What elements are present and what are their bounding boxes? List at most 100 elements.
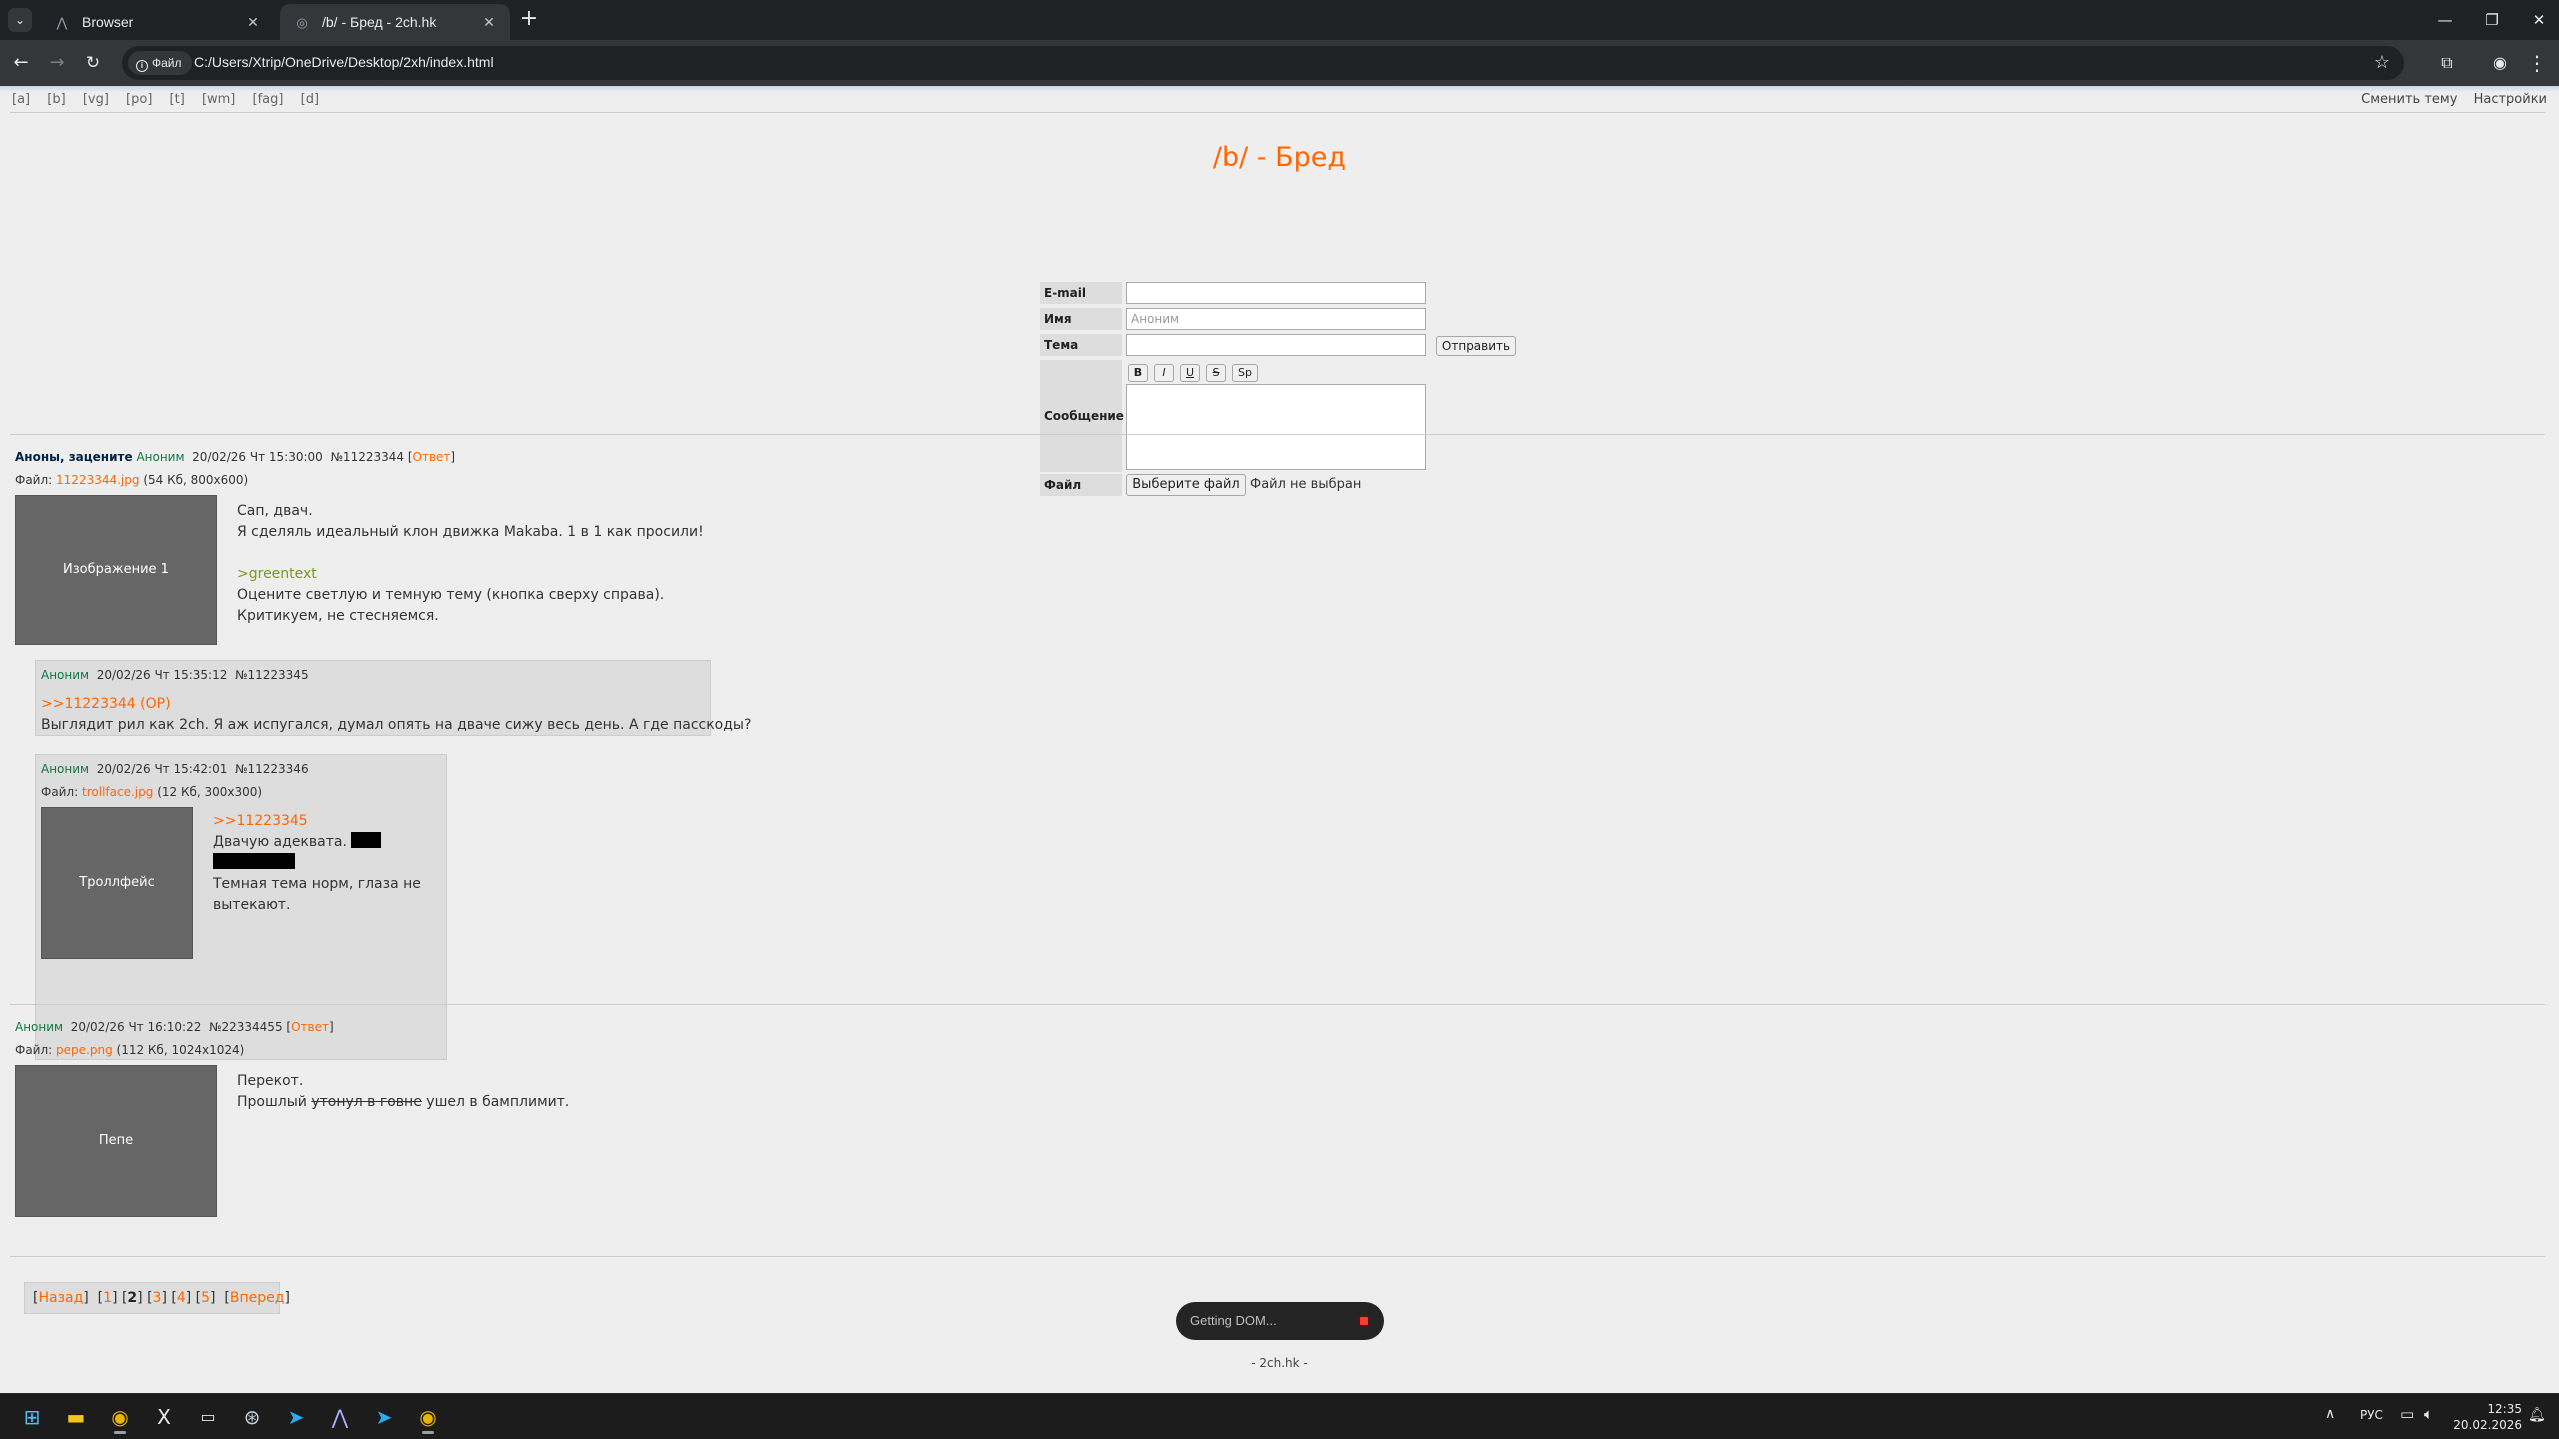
toggle-theme-link[interactable]: Сменить тему: [2361, 92, 2457, 107]
name-field[interactable]: Аноним: [1126, 308, 1426, 330]
pager-page-5[interactable]: 5: [201, 1290, 210, 1306]
stop-icon[interactable]: [1356, 1313, 1372, 1329]
close-tab-icon[interactable]: ✕: [480, 13, 498, 31]
board-link-po[interactable]: [po]: [126, 92, 152, 107]
board-link-t[interactable]: [t]: [170, 92, 185, 107]
board-link-a[interactable]: [a]: [12, 92, 30, 107]
back-arrow-icon[interactable]: ←: [8, 50, 34, 76]
message-textarea[interactable]: [1126, 384, 1426, 470]
post-line: Перекот.: [237, 1073, 304, 1089]
file-link[interactable]: 11223344.jpg: [56, 473, 139, 487]
file-status: Файл не выбран: [1250, 477, 1362, 492]
subject-field[interactable]: [1126, 334, 1426, 356]
post-line: Сап, двач.: [237, 503, 313, 519]
forward-arrow-icon[interactable]: →: [44, 50, 70, 76]
board-link-d[interactable]: [d]: [301, 92, 319, 107]
post-text: Прошлый: [237, 1094, 307, 1110]
chevron-up-icon[interactable]: ∧: [2325, 1406, 2335, 1422]
settings-link[interactable]: Настройки: [2474, 92, 2547, 107]
reply-link[interactable]: Ответ: [291, 1020, 329, 1034]
post-date: 20/02/26 Чт 15:42:01: [96, 762, 228, 776]
file-explorer-icon[interactable]: ▬: [59, 1400, 93, 1434]
clock[interactable]: 12:35 20.02.2026: [2452, 1401, 2522, 1433]
board-link-b[interactable]: [b]: [47, 92, 65, 107]
telegram-icon[interactable]: ➤: [279, 1400, 313, 1434]
kebab-menu-icon[interactable]: ⋮: [2524, 50, 2550, 76]
post-number[interactable]: №11223344: [330, 450, 404, 464]
reload-icon[interactable]: ↻: [80, 50, 106, 76]
bookmark-star-icon[interactable]: ☆: [2370, 51, 2394, 75]
file-prefix: Файл:: [15, 473, 53, 487]
underline-button[interactable]: U: [1180, 364, 1200, 382]
file-meta: (12 Кб, 300x300): [157, 785, 263, 799]
network-icon[interactable]: ▭: [2400, 1405, 2414, 1423]
reply-header: Аноним 20/02/26 Чт 15:35:12 №11223345: [41, 668, 309, 682]
x-icon[interactable]: X: [147, 1400, 181, 1434]
choose-file-button[interactable]: Выберите файл: [1126, 474, 1246, 496]
minimize-icon[interactable]: —: [2430, 6, 2460, 34]
greentext-line: >greentext: [237, 566, 317, 582]
chrome-icon[interactable]: ◉: [411, 1400, 445, 1434]
post-number[interactable]: №22334455: [209, 1020, 283, 1034]
browser-toolbar: ← → ↻ i Файл C:/Users/Xtrip/OneDrive/Desk…: [0, 40, 2559, 86]
close-window-icon[interactable]: ✕: [2524, 6, 2554, 34]
chrome-icon[interactable]: ◉: [103, 1400, 137, 1434]
file-info: Файл: pepe.png (112 Кб, 1024x1024): [15, 1043, 244, 1057]
reply-header: Аноним 20/02/26 Чт 15:42:01 №11223346: [41, 762, 309, 776]
board-title: /b/ - Бред: [1212, 142, 1347, 173]
board-link-fag[interactable]: [fag]: [253, 92, 284, 107]
pager-page-3[interactable]: 3: [153, 1290, 162, 1306]
ai-browser-icon[interactable]: ⋀: [323, 1400, 357, 1434]
pager-page-4[interactable]: 4: [177, 1290, 186, 1306]
reply-ref-link[interactable]: >>11223345: [213, 811, 421, 832]
post-image-thumbnail[interactable]: Пепе: [15, 1065, 217, 1217]
restore-icon[interactable]: ❐: [2477, 6, 2507, 34]
file-link[interactable]: pepe.png: [56, 1043, 113, 1057]
divider: [10, 434, 2545, 435]
post-line: вытекают.: [213, 897, 291, 913]
spoiler[interactable]: [351, 832, 382, 848]
terminal-icon[interactable]: ▭: [191, 1400, 225, 1434]
op-post-header: Аноним 20/02/26 Чт 16:10:22 №22334455 [О…: [15, 1020, 334, 1034]
reply-link[interactable]: Ответ: [413, 450, 451, 464]
profile-icon[interactable]: ◉: [2487, 50, 2513, 76]
steam-icon[interactable]: ⊛: [235, 1400, 269, 1434]
pager-next[interactable]: Вперед: [230, 1290, 285, 1306]
strike-button[interactable]: S: [1206, 364, 1226, 382]
new-tab-button[interactable]: +: [517, 8, 541, 32]
taskbar: ⊞ ▬ ◉ X ▭ ⊛ ➤ ⋀ ➤ ◉ ∧ РУС ▭ 🔈︎ 12:35 20.…: [0, 1393, 2559, 1439]
file-link[interactable]: trollface.jpg: [82, 785, 153, 799]
email-field[interactable]: [1126, 282, 1426, 304]
site-info-chip[interactable]: i Файл: [128, 51, 192, 75]
close-tab-icon[interactable]: ✕: [244, 13, 262, 31]
url-text[interactable]: C:/Users/Xtrip/OneDrive/Desktop/2xh/inde…: [194, 54, 494, 70]
volume-icon[interactable]: 🔈︎: [2424, 1405, 2433, 1423]
board-link-vg[interactable]: [vg]: [83, 92, 109, 107]
tab-2ch[interactable]: ◎ /b/ - Бред - 2ch.hk ✕: [280, 4, 510, 40]
post-image-thumbnail[interactable]: Изображение 1: [15, 495, 217, 645]
windows-start-icon[interactable]: ⊞: [15, 1400, 49, 1434]
tab-browser[interactable]: ⋀ Browser ✕: [40, 4, 274, 40]
submit-button[interactable]: Отправить: [1436, 336, 1516, 356]
reply-ref-link[interactable]: >>11223344 (OP): [41, 694, 751, 715]
language-indicator[interactable]: РУС: [2360, 1408, 2383, 1422]
reply-bracket-close: ]: [328, 1020, 334, 1034]
post-number[interactable]: №11223346: [235, 762, 309, 776]
pager-page-1[interactable]: 1: [103, 1290, 112, 1306]
notification-bell-icon[interactable]: 🔔︎: [2528, 1407, 2546, 1423]
board-link-wm[interactable]: [wm]: [202, 92, 235, 107]
spoiler-button[interactable]: Sp: [1232, 364, 1258, 382]
post-number[interactable]: №11223345: [235, 668, 309, 682]
status-pill: Getting DOM...: [1176, 1302, 1384, 1340]
address-bar[interactable]: i Файл C:/Users/Xtrip/OneDrive/Desktop/2x…: [122, 46, 2404, 80]
tab-search-button[interactable]: ⌄: [8, 8, 32, 32]
post-line: Темная тема норм, глаза не: [213, 876, 421, 892]
extensions-icon[interactable]: ⧉: [2434, 50, 2460, 76]
pager-prev[interactable]: Назад: [38, 1290, 83, 1306]
spoiler[interactable]: [213, 853, 295, 869]
post-image-thumbnail[interactable]: Троллфейс: [41, 807, 193, 959]
clock-date: 20.02.2026: [2453, 1418, 2522, 1432]
bold-button[interactable]: B: [1128, 364, 1148, 382]
telegram-icon[interactable]: ➤: [367, 1400, 401, 1434]
italic-button[interactable]: I: [1154, 364, 1174, 382]
